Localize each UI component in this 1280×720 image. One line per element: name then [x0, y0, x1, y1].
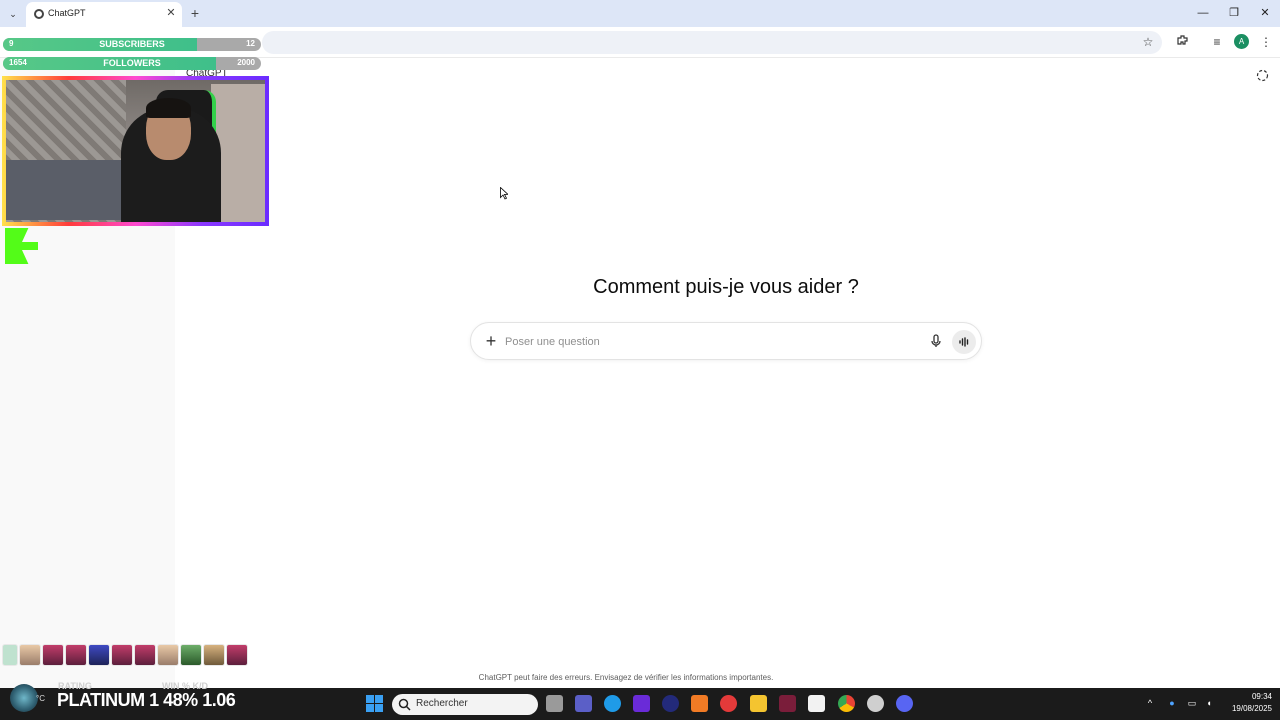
champion-icon	[2, 644, 18, 666]
volume-icon[interactable]: ◖	[1203, 697, 1215, 709]
webcam-overlay	[2, 76, 269, 226]
teams-icon[interactable]	[575, 695, 592, 712]
search-placeholder: Rechercher	[416, 698, 468, 709]
discord-icon[interactable]	[896, 695, 913, 712]
microsoft-store-icon[interactable]	[808, 695, 825, 712]
champion-icon	[180, 644, 202, 666]
rank-stats-value: PLATINUM 1 48% 1.06	[57, 690, 236, 710]
browser-tab-strip: ⌄ ChatGPT ✕ + — ❐ ✕	[0, 0, 1280, 27]
subscribers-label: SUBSCRIBERS	[99, 39, 165, 49]
chatgpt-favicon-icon	[34, 9, 44, 19]
restore-button[interactable]: ❐	[1221, 4, 1247, 22]
mouse-cursor-icon	[500, 186, 510, 200]
champion-icon	[19, 644, 41, 666]
tray-overflow-icon[interactable]: ^	[1144, 697, 1156, 709]
close-window-button[interactable]: ✕	[1252, 4, 1278, 22]
tab-chatgpt[interactable]: ChatGPT ✕	[26, 2, 182, 27]
tab-close-icon[interactable]: ✕	[164, 6, 178, 20]
subscribers-goal-bar: 9 SUBSCRIBERS 12	[3, 38, 261, 51]
prompt-input[interactable]	[505, 332, 915, 352]
windows-start-icon[interactable]	[366, 695, 383, 712]
champion-icon	[65, 644, 87, 666]
valorant-icon[interactable]	[720, 695, 737, 712]
bookmark-star-icon[interactable]: ☆	[1140, 34, 1156, 50]
steam-icon[interactable]	[867, 695, 884, 712]
subscribers-target: 12	[246, 39, 255, 48]
app-circle-icon[interactable]	[662, 695, 679, 712]
page-heading: Comment puis-je vous aider ?	[593, 276, 859, 298]
voice-mode-button[interactable]	[952, 330, 976, 354]
champion-icon	[226, 644, 248, 666]
microphone-tray-icon[interactable]: ●	[1166, 697, 1178, 709]
chrome-icon[interactable]	[838, 695, 855, 712]
task-view-icon[interactable]	[546, 695, 563, 712]
champion-history-strip	[0, 644, 250, 668]
tab-search-button[interactable]: ⌄	[4, 5, 22, 23]
visual-studio-icon[interactable]	[779, 695, 796, 712]
webcam-feed	[6, 80, 265, 222]
attach-plus-icon[interactable]: +	[481, 331, 501, 351]
tab-title: ChatGPT	[48, 8, 86, 18]
champion-icon	[157, 644, 179, 666]
rank-badge-icon	[10, 684, 38, 712]
network-icon[interactable]: ▭	[1186, 697, 1198, 709]
edge-icon[interactable]	[604, 695, 621, 712]
followers-target: 2000	[237, 58, 255, 67]
taskbar-search[interactable]: Rechercher	[392, 694, 538, 715]
champion-icon	[42, 644, 64, 666]
webcam-streamer-hair	[146, 98, 191, 118]
bootstrap-studio-icon[interactable]	[633, 695, 650, 712]
champion-icon	[134, 644, 156, 666]
temporary-chat-icon[interactable]	[1256, 69, 1270, 83]
search-icon	[398, 698, 411, 711]
arc-icon[interactable]	[691, 695, 708, 712]
chat-composer[interactable]: +	[470, 322, 982, 360]
new-tab-button[interactable]: +	[187, 5, 203, 21]
champion-icon	[111, 644, 133, 666]
followers-label: FOLLOWERS	[103, 58, 161, 68]
clock-time[interactable]: 09:34	[1236, 692, 1272, 701]
media-control-icon[interactable]: ≡	[1209, 34, 1225, 50]
browser-menu-icon[interactable]: ⋮	[1258, 34, 1274, 50]
webcam-bed	[6, 160, 126, 220]
champion-icon	[88, 644, 110, 666]
champion-icon	[203, 644, 225, 666]
weather-widget[interactable]: °C	[36, 694, 45, 703]
file-explorer-icon[interactable]	[750, 695, 767, 712]
microphone-icon[interactable]	[927, 332, 945, 350]
extensions-icon[interactable]	[1174, 34, 1190, 50]
address-bar[interactable]	[262, 31, 1162, 54]
followers-goal-bar: 1654 FOLLOWERS 2000	[3, 57, 261, 70]
disclaimer-text: ChatGPT peut faire des erreurs. Envisage…	[478, 673, 774, 682]
profile-avatar[interactable]: A	[1234, 34, 1249, 49]
minimize-button[interactable]: —	[1190, 4, 1216, 22]
clock-date[interactable]: 19/08/2025	[1224, 704, 1272, 713]
